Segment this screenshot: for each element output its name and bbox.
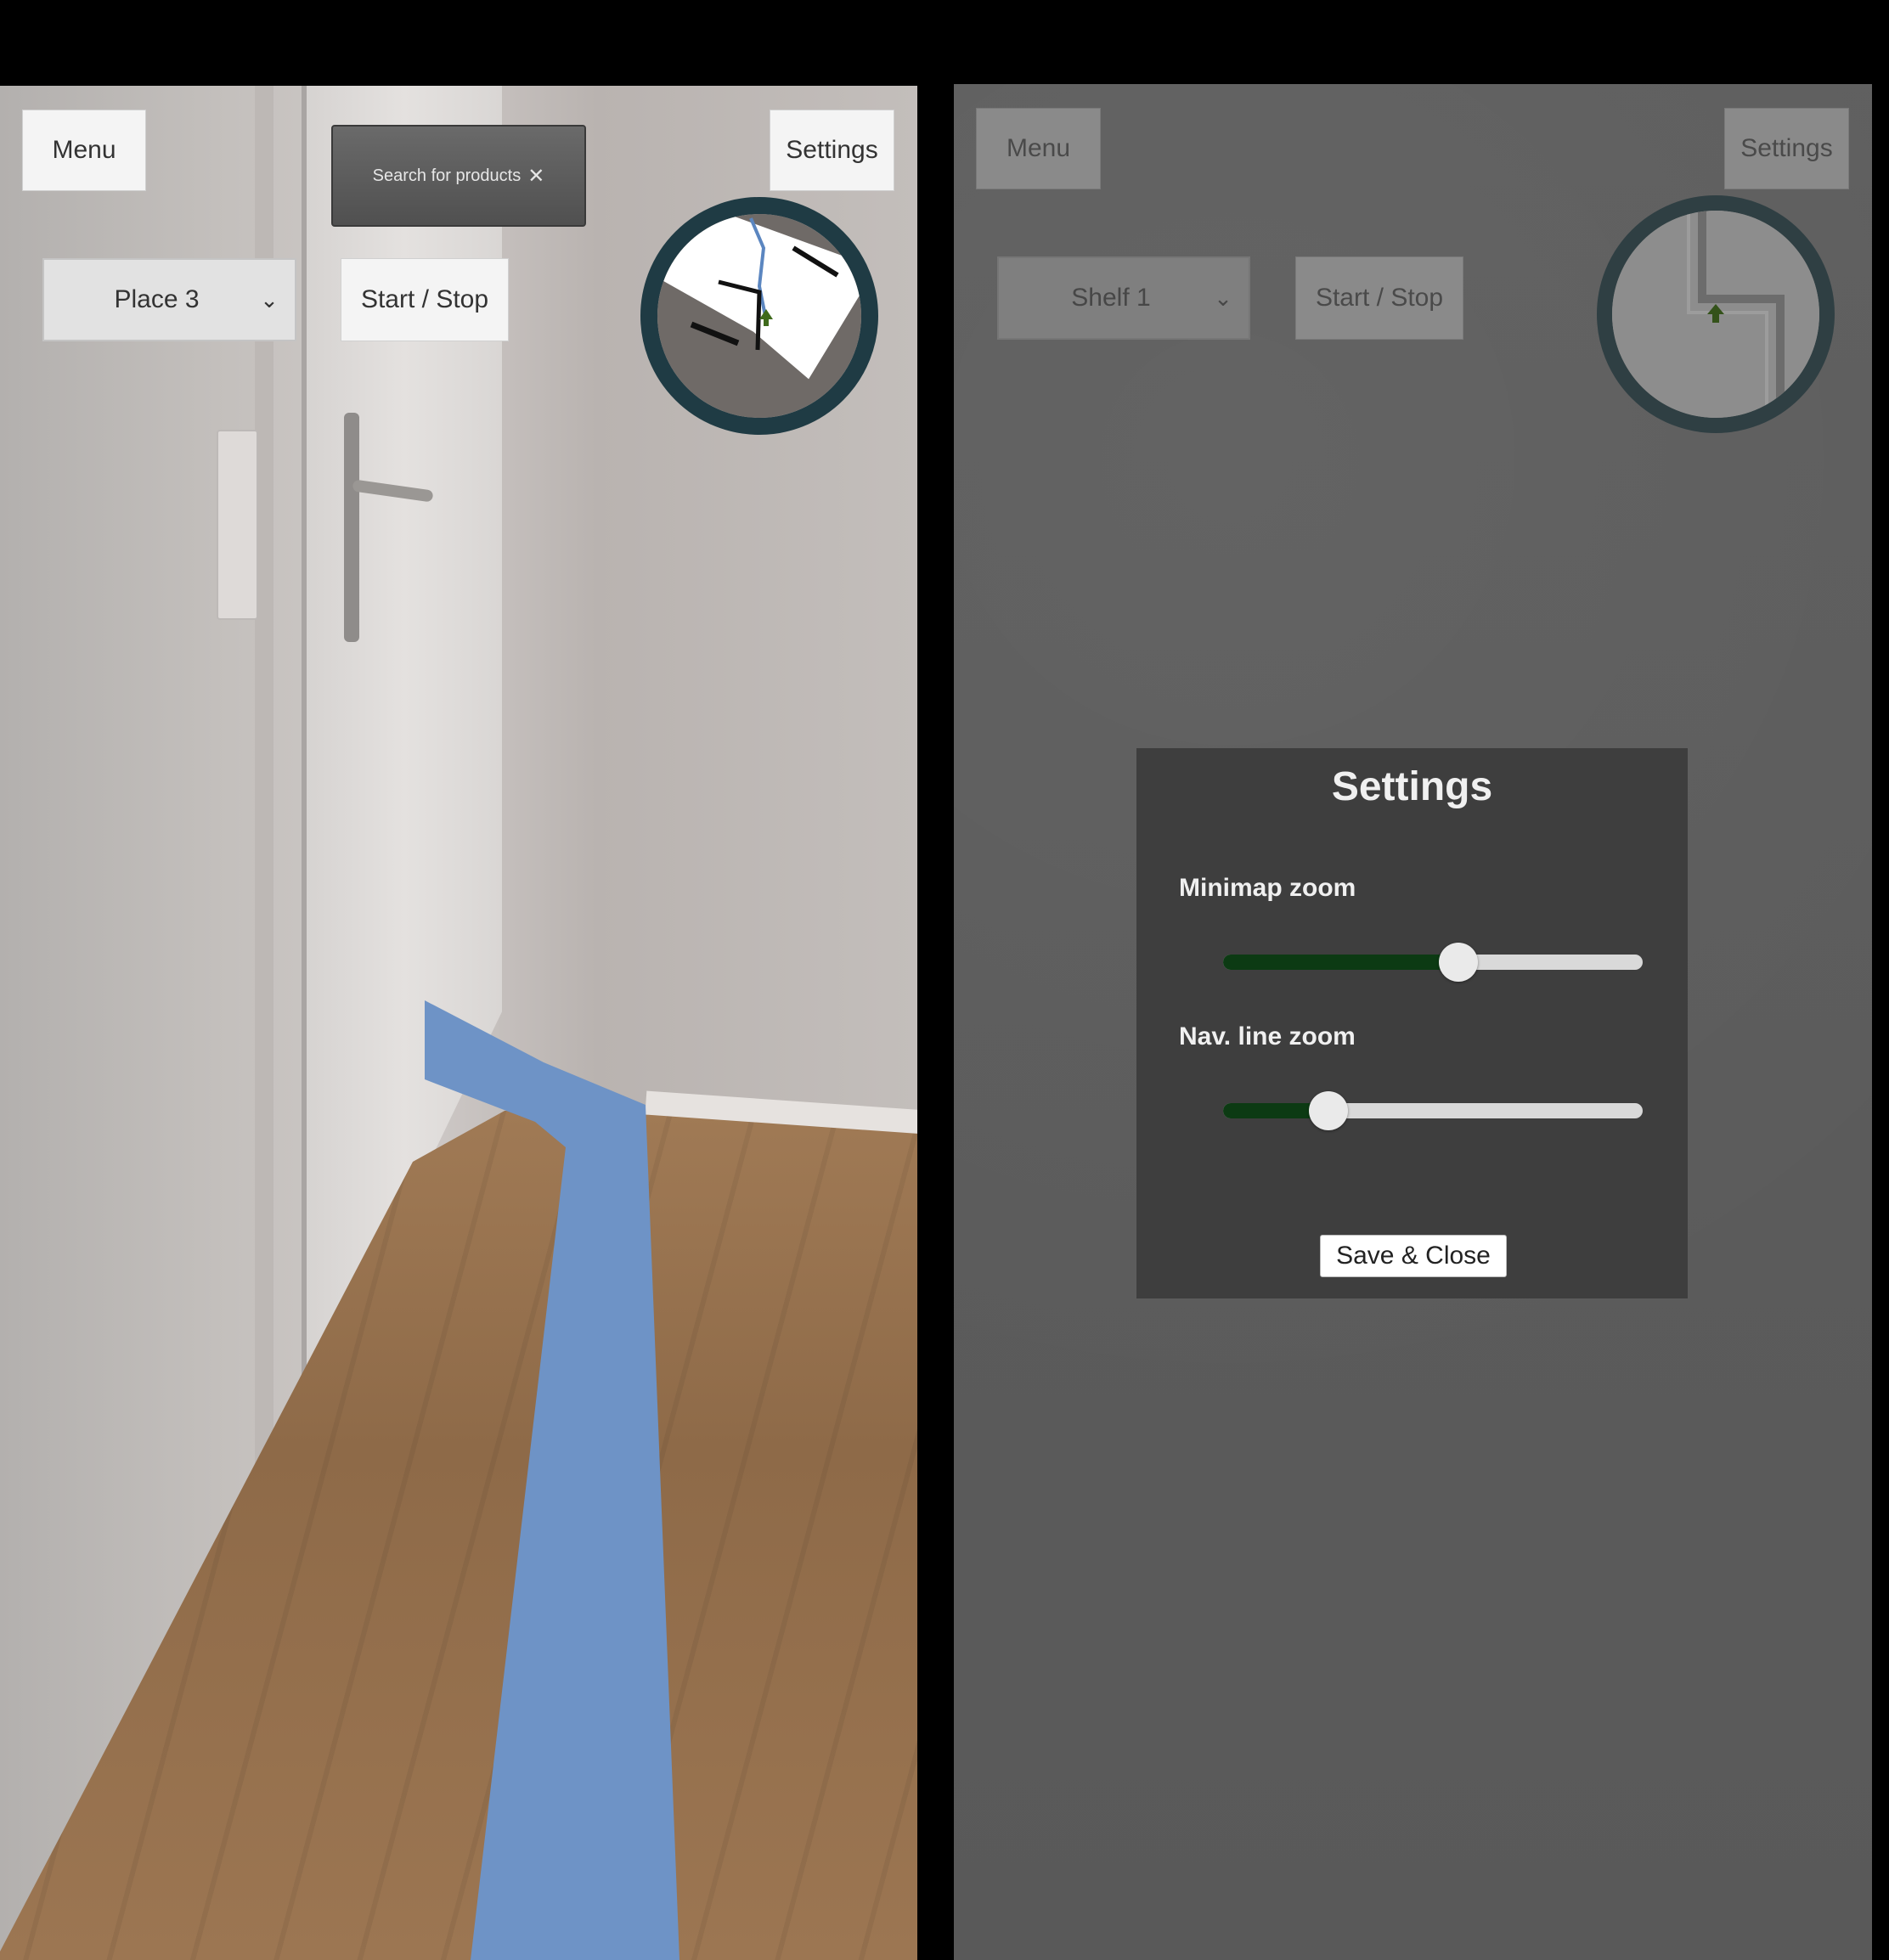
left-screen: Menu Search for products ✕ Settings Plac… bbox=[0, 86, 917, 1960]
chevron-down-icon: ⌄ bbox=[1214, 284, 1232, 311]
minimap-zoom-slider-fill bbox=[1223, 955, 1458, 970]
minimap[interactable] bbox=[1597, 195, 1835, 433]
settings-button[interactable]: Settings bbox=[1724, 108, 1849, 189]
minimap-zoom-slider-thumb[interactable] bbox=[1438, 943, 1478, 982]
minimap-canvas bbox=[657, 214, 861, 418]
nav-line-zoom-slider-thumb[interactable] bbox=[1308, 1091, 1348, 1130]
chevron-down-icon: ⌄ bbox=[260, 286, 279, 313]
destination-dropdown[interactable]: Place 3 ⌄ bbox=[42, 258, 296, 341]
minimap-zoom-slider[interactable] bbox=[1223, 943, 1643, 982]
search-label: Search for products bbox=[372, 166, 522, 185]
minimap-zoom-label: Minimap zoom bbox=[1179, 874, 1356, 902]
settings-button[interactable]: Settings bbox=[770, 110, 894, 191]
nav-line-zoom-label: Nav. line zoom bbox=[1179, 1022, 1356, 1050]
menu-button[interactable]: Menu bbox=[22, 110, 146, 191]
destination-dropdown[interactable]: Shelf 1 ⌄ bbox=[997, 256, 1250, 340]
dropdown-selected-value: Shelf 1 bbox=[1071, 284, 1151, 312]
close-icon[interactable]: ✕ bbox=[527, 164, 544, 189]
minimap-canvas bbox=[1612, 211, 1819, 418]
minimap[interactable] bbox=[640, 197, 878, 435]
settings-dialog: Settings Minimap zoom Nav. line zoom Sav… bbox=[1136, 748, 1688, 1298]
start-stop-button[interactable]: Start / Stop bbox=[1295, 256, 1463, 340]
search-bar[interactable]: Search for products ✕ bbox=[331, 125, 586, 227]
start-stop-button[interactable]: Start / Stop bbox=[341, 258, 509, 341]
dropdown-selected-value: Place 3 bbox=[114, 285, 200, 313]
nav-line-zoom-slider[interactable] bbox=[1223, 1091, 1643, 1130]
settings-title: Settings bbox=[1331, 764, 1493, 809]
save-close-button[interactable]: Save & Close bbox=[1320, 1235, 1507, 1277]
right-screen: Menu Settings Shelf 1 ⌄ Start / Stop Set… bbox=[954, 84, 1872, 1960]
menu-button[interactable]: Menu bbox=[976, 108, 1101, 189]
